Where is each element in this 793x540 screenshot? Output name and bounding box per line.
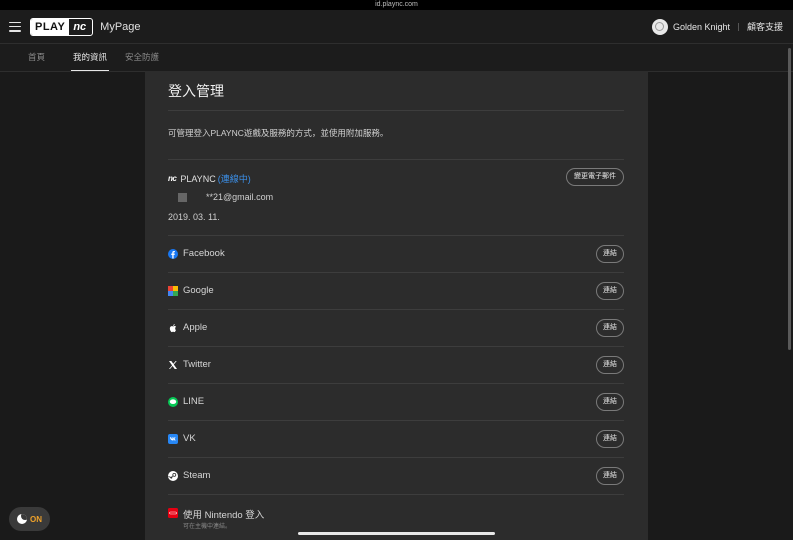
connect-facebook-button[interactable]: 連結 xyxy=(596,245,624,263)
vk-icon xyxy=(168,434,178,444)
divider xyxy=(168,159,624,160)
tab-security[interactable]: 安全防護 xyxy=(125,44,159,71)
logo-nc-text: nc xyxy=(73,20,87,33)
menu-icon[interactable] xyxy=(9,21,21,32)
avatar-icon xyxy=(655,22,665,31)
dark-mode-label: ON xyxy=(30,514,42,524)
plaync-name: PLAYNC xyxy=(180,173,216,184)
service-row-apple: Apple 連結 xyxy=(168,309,624,347)
browser-url-bar[interactable]: id.plaync.com xyxy=(0,0,793,10)
steam-icon xyxy=(168,471,178,481)
service-row-steam: Steam 連結 xyxy=(168,457,624,495)
url-text: id.plaync.com xyxy=(375,1,418,8)
x-icon xyxy=(169,361,177,369)
service-row-line: LINE 連結 xyxy=(168,383,624,421)
home-indicator xyxy=(298,532,495,535)
nintendo-icon xyxy=(168,508,178,518)
scrollbar[interactable] xyxy=(788,48,791,350)
tab-my-info[interactable]: 我的資訊 xyxy=(71,44,110,71)
google-icon xyxy=(168,286,178,296)
signup-date: 2019. 03. 11. xyxy=(168,212,220,222)
logo-play-text: PLAY xyxy=(31,18,70,35)
user-area: Golden Knight 顧客支援 xyxy=(651,18,783,35)
divider xyxy=(737,22,739,31)
plaync-logo[interactable]: PLAY nc xyxy=(30,17,94,36)
nc-logo-icon: nc xyxy=(168,174,177,183)
service-name: VK xyxy=(183,433,196,444)
service-name: 使用 Nintendo 登入 xyxy=(183,510,265,521)
service-name: Google xyxy=(183,285,214,296)
mypage-label[interactable]: MyPage xyxy=(100,21,140,33)
page-description: 可管理登入PLAYNC遊戲及服務的方式，並使用附加服務。 xyxy=(168,128,389,138)
connect-steam-button[interactable]: 連結 xyxy=(596,467,624,485)
connect-apple-button[interactable]: 連結 xyxy=(596,319,624,337)
connect-twitter-button[interactable]: 連結 xyxy=(596,356,624,374)
email-row: **21@gmail.com xyxy=(178,192,273,202)
line-icon xyxy=(168,397,178,407)
service-name: LINE xyxy=(183,396,205,407)
connect-line-button[interactable]: 連結 xyxy=(596,393,624,411)
nintendo-subtext: 可在主機中連結。 xyxy=(183,524,232,530)
moon-icon xyxy=(17,514,27,524)
username[interactable]: Golden Knight xyxy=(673,22,730,32)
service-row-twitter: Twitter 連結 xyxy=(168,346,624,384)
top-bar: PLAY nc MyPage Golden Knight 顧客支援 xyxy=(0,10,793,44)
connect-vk-button[interactable]: 連結 xyxy=(596,430,624,448)
connect-google-button[interactable]: 連結 xyxy=(596,282,624,300)
service-row-google: Google 連結 xyxy=(168,272,624,310)
service-row-nintendo: 使用 Nintendo 登入 xyxy=(168,494,624,532)
apple-icon xyxy=(169,324,177,333)
service-name: Steam xyxy=(183,470,211,481)
service-row-vk: VK 連結 xyxy=(168,420,624,458)
page-title: 登入管理 xyxy=(168,83,224,99)
sub-nav: 首頁 我的資訊 安全防護 xyxy=(0,44,793,72)
service-name: Facebook xyxy=(183,248,225,259)
change-email-button[interactable]: 變更電子郵件 xyxy=(566,168,624,186)
service-name: Apple xyxy=(183,322,208,333)
support-link[interactable]: 顧客支援 xyxy=(747,20,783,33)
connection-status: (連線中) xyxy=(217,174,251,184)
divider xyxy=(168,110,624,111)
avatar[interactable] xyxy=(651,18,668,35)
facebook-icon xyxy=(168,249,178,259)
email-icon xyxy=(178,192,187,202)
login-management-panel: 登入管理 可管理登入PLAYNC遊戲及服務的方式，並使用附加服務。 nc PLA… xyxy=(145,71,648,540)
service-row-facebook: Facebook 連結 xyxy=(168,235,624,273)
tab-home[interactable]: 首頁 xyxy=(28,44,45,71)
email-text: **21@gmail.com xyxy=(206,192,274,202)
plaync-account: nc PLAYNC (連線中) xyxy=(168,172,251,185)
service-name: Twitter xyxy=(183,359,211,370)
dark-mode-toggle[interactable]: ON xyxy=(9,507,50,531)
